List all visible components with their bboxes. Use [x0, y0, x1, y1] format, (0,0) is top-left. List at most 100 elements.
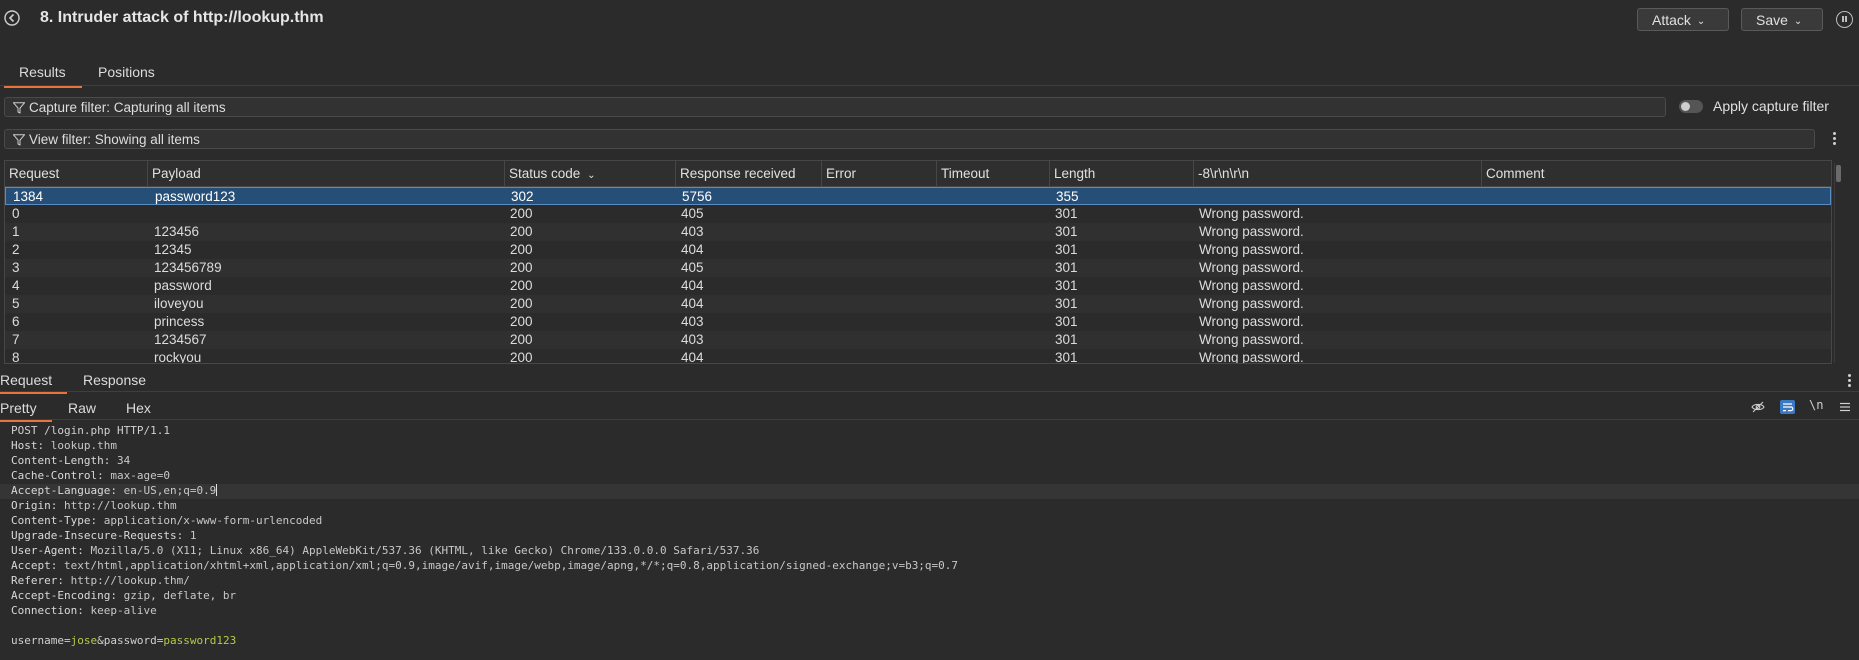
header-line: User-Agent: Mozilla/5.0 (X11; Linux x86_… [11, 544, 760, 557]
tab-pretty[interactable]: Pretty [0, 400, 51, 422]
table-row[interactable]: 6 princess 200 403 301 Wrong password. [5, 313, 1831, 331]
table-row[interactable]: 8 rockyou 200 404 301 Wrong password. [5, 349, 1831, 363]
header-value: keep-alive [90, 604, 157, 617]
more-options-icon[interactable] [1848, 374, 1852, 389]
header-value: max-age=0 [110, 469, 170, 482]
header-line: Cache-Control: max-age=0 [11, 469, 170, 482]
column-header-grep-extract[interactable]: -8\r\n\r\n [1193, 161, 1481, 187]
cell-length: 301 [1055, 296, 1078, 311]
column-header-status-code[interactable]: Status code ⌄ [504, 161, 675, 187]
table-scrollbar[interactable] [1834, 163, 1841, 363]
header-line: Accept: text/html,application/xhtml+xml,… [11, 559, 959, 572]
table-row[interactable]: 0 200 405 301 Wrong password. [5, 205, 1831, 223]
cell-grep: Wrong password. [1199, 314, 1304, 329]
column-header-timeout[interactable]: Timeout [936, 161, 1049, 187]
tab-response[interactable]: Response [83, 372, 146, 388]
attack-button-label: Attack [1652, 12, 1691, 28]
cell-length: 301 [1055, 332, 1078, 347]
header-name: Upgrade-Insecure-Requests [11, 529, 177, 542]
cell-request: 1 [12, 224, 20, 239]
cell-request: 5 [12, 296, 20, 311]
table-header: Request Payload Status code ⌄ Response r… [5, 161, 1831, 187]
pause-icon[interactable] [1836, 11, 1853, 28]
show-newlines-toggle[interactable]: \n [1809, 398, 1823, 412]
more-options-icon[interactable] [1833, 132, 1837, 147]
menu-icon[interactable] [1838, 400, 1852, 414]
results-table: Request Payload Status code ⌄ Response r… [4, 160, 1832, 364]
cell-request: 4 [12, 278, 20, 293]
param-name-password: password [103, 634, 157, 647]
request-editor[interactable]: POST /login.php HTTP/1.1 Host: lookup.th… [0, 420, 1859, 660]
filter-icon [13, 134, 25, 146]
tab-raw[interactable]: Raw [68, 400, 96, 416]
table-row[interactable]: 2 12345 200 404 301 Wrong password. [5, 241, 1831, 259]
cell-grep: Wrong password. [1199, 242, 1304, 257]
cell-request: 6 [12, 314, 20, 329]
cell-payload: iloveyou [154, 296, 204, 311]
header-name: Cache-Control [11, 469, 98, 482]
cell-payload: 1234567 [154, 332, 207, 347]
param-value-password: password123 [163, 634, 237, 647]
column-header-status-code-label: Status code [509, 166, 581, 181]
cell-payload: password [154, 278, 212, 293]
cell-length: 301 [1055, 224, 1078, 239]
hide-eye-icon[interactable] [1751, 400, 1765, 414]
header-line-current: Accept-Language: en-US,en;q=0.9 [0, 484, 1859, 499]
view-filter-label: View filter: Showing all items [29, 132, 200, 147]
table-row[interactable]: 5 iloveyou 200 404 301 Wrong password. [5, 295, 1831, 313]
cell-length: 301 [1055, 242, 1078, 257]
header-value: lookup.thm [50, 439, 117, 452]
cell-grep: Wrong password. [1199, 260, 1304, 275]
cell-grep: Wrong password. [1199, 224, 1304, 239]
capture-filter-bar[interactable]: Capture filter: Capturing all items [4, 97, 1666, 117]
apply-capture-filter-toggle[interactable] [1679, 100, 1703, 113]
header-name: Accept-Language [11, 484, 111, 497]
column-header-error[interactable]: Error [821, 161, 936, 187]
param-value-username: jose [70, 634, 98, 647]
cell-request: 3 [12, 260, 20, 275]
column-header-length[interactable]: Length [1049, 161, 1193, 187]
header-value: application/x-www-form-urlencoded [103, 514, 323, 527]
scrollbar-thumb[interactable] [1836, 165, 1841, 182]
column-header-request[interactable]: Request [5, 161, 147, 187]
cell-length: 301 [1055, 278, 1078, 293]
attack-button[interactable]: Attack ⌄ [1637, 8, 1729, 31]
cell-request: 1384 [13, 189, 44, 204]
header-name: Connection [11, 604, 78, 617]
tab-request[interactable]: Request [0, 372, 68, 394]
back-arrow-icon[interactable] [4, 10, 20, 26]
cell-request: 0 [12, 206, 20, 221]
table-row[interactable]: 4 password 200 404 301 Wrong password. [5, 277, 1831, 295]
attack-tabs: Results Positions [0, 60, 1859, 88]
header-name: Content-Length [11, 454, 104, 467]
word-wrap-icon[interactable] [1780, 400, 1795, 414]
table-row[interactable]: 3 123456789 200 405 301 Wrong password. [5, 259, 1831, 277]
table-row-selected[interactable]: 1384 password123 302 5756 355 [5, 187, 1831, 205]
table-row[interactable]: 1 123456 200 403 301 Wrong password. [5, 223, 1831, 241]
tab-hex[interactable]: Hex [126, 400, 151, 416]
cell-payload: 12345 [154, 242, 192, 257]
header-line: Accept-Encoding: gzip, deflate, br [11, 589, 237, 602]
column-header-response-received[interactable]: Response received [675, 161, 821, 187]
cell-received: 403 [681, 332, 704, 347]
column-header-comment[interactable]: Comment [1481, 161, 1831, 187]
cell-payload: princess [154, 314, 205, 329]
apply-capture-filter-label: Apply capture filter [1713, 98, 1829, 114]
cell-grep: Wrong password. [1199, 332, 1304, 347]
cell-received: 404 [681, 242, 704, 257]
column-header-payload[interactable]: Payload [147, 161, 504, 187]
view-filter-bar[interactable]: View filter: Showing all items [4, 129, 1815, 149]
title-bar: 8. Intruder attack of http://lookup.thm … [0, 0, 1859, 40]
cell-status: 200 [510, 332, 533, 347]
save-button[interactable]: Save ⌄ [1741, 8, 1823, 31]
table-row[interactable]: 7 1234567 200 403 301 Wrong password. [5, 331, 1831, 349]
cell-length: 355 [1056, 189, 1079, 204]
tab-results[interactable]: Results [4, 64, 82, 88]
filter-icon [13, 102, 25, 114]
cell-grep: Wrong password. [1199, 296, 1304, 311]
save-button-label: Save [1756, 12, 1788, 28]
cell-grep: Wrong password. [1199, 206, 1304, 221]
header-name: Accept [11, 559, 51, 572]
cell-payload: 123456 [154, 224, 200, 239]
tab-positions[interactable]: Positions [98, 64, 155, 80]
